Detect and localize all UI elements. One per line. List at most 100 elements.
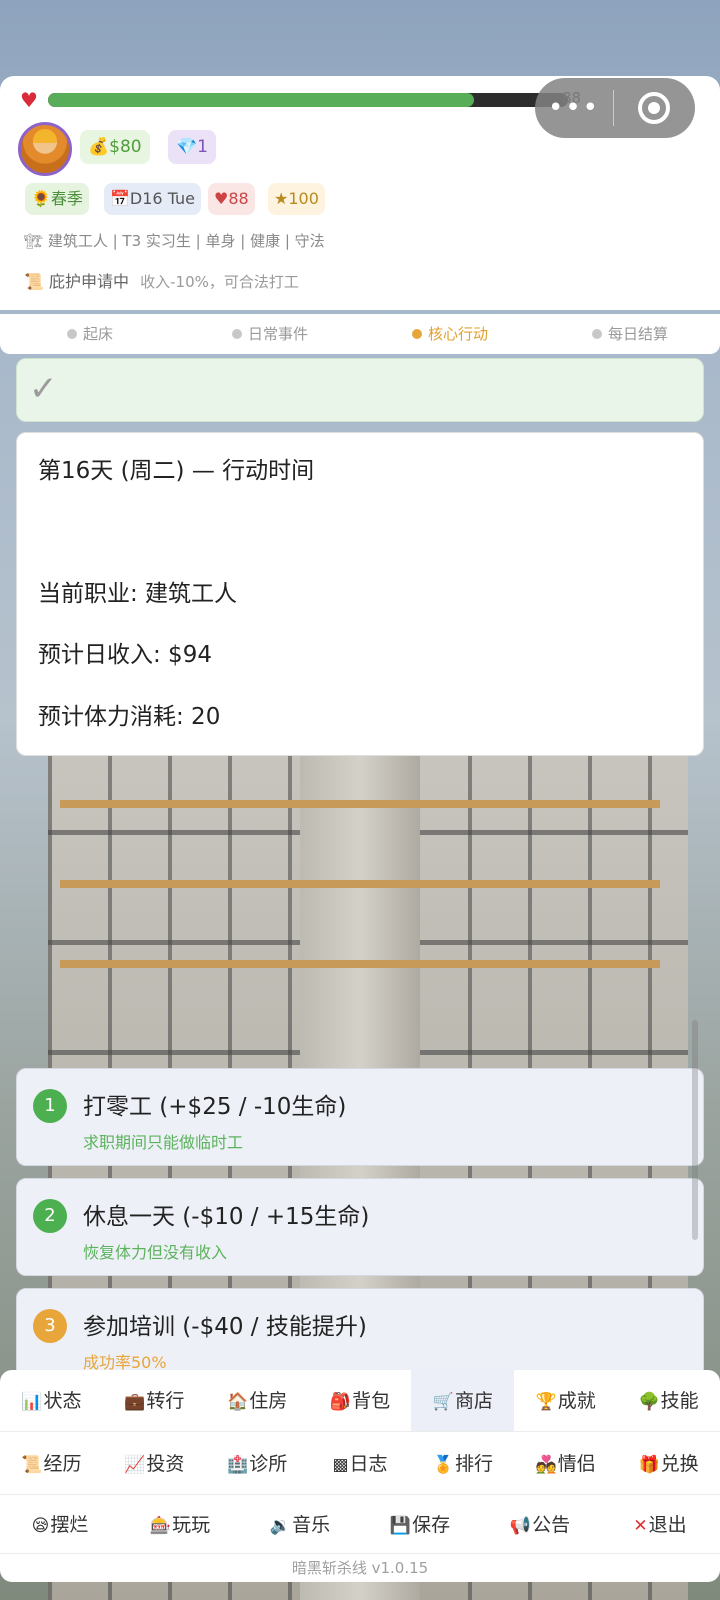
menu-log-button[interactable]: ▩日志 xyxy=(309,1433,412,1494)
heart-icon: ♥ xyxy=(20,88,38,112)
medal-icon: 🏅 xyxy=(432,1455,454,1475)
expected-stamina-cost: 预计体力消耗: 20 xyxy=(38,704,221,730)
menu-label: 状态 xyxy=(43,1390,82,1412)
option-number-badge: 1 xyxy=(33,1089,67,1123)
reputation-value: 100 xyxy=(288,189,319,208)
phase-core-action: 核心行动 xyxy=(360,314,540,354)
menu-label: 投资 xyxy=(146,1453,185,1475)
menu-label: 住房 xyxy=(249,1390,288,1412)
menu-label: 经历 xyxy=(43,1453,82,1475)
menu-skills-button[interactable]: 🌳技能 xyxy=(617,1370,720,1431)
profile-info-text: 建筑工人 | T3 实习生 | 单身 | 健康 | 守法 xyxy=(47,232,325,250)
option-odd-job[interactable]: 1 打零工 (+$25 / -10生命) 求职期间只能做临时工 xyxy=(16,1068,704,1166)
option-number-badge: 2 xyxy=(33,1199,67,1233)
close-miniprogram-button[interactable] xyxy=(614,92,694,124)
calendar-icon: 📅 xyxy=(110,189,130,208)
phase-label: 日常事件 xyxy=(247,325,308,343)
heart-icon: ♥ xyxy=(214,189,229,208)
money-bag-icon: 💰 xyxy=(88,137,110,157)
phase-daily-settlement: 每日结算 xyxy=(540,314,720,354)
menu-label: 技能 xyxy=(660,1390,699,1412)
day-tag: 📅D16 Tue xyxy=(104,183,202,215)
backpack-icon: 🎒 xyxy=(329,1392,352,1412)
plank xyxy=(60,960,660,968)
phase-daily-events: 日常事件 xyxy=(180,314,360,354)
gift-icon: 🎁 xyxy=(638,1455,660,1475)
menu-announcement-button[interactable]: 📢公告 xyxy=(480,1496,600,1553)
menu-label: 退出 xyxy=(648,1514,687,1536)
sleepy-icon: 😪 xyxy=(31,1516,50,1536)
version-label: 暗黑斩杀线 v1.0.15 xyxy=(291,1559,429,1577)
menu-change-job-button[interactable]: 💼转行 xyxy=(103,1370,206,1431)
trend-icon: 📈 xyxy=(124,1455,146,1475)
reputation-tag: ★100 xyxy=(268,183,325,215)
season-label: 春季 xyxy=(50,189,83,208)
menu-row-2: 📜经历 📈投资 🏥诊所 ▩日志 🏅排行 💑情侣 🎁兑换 xyxy=(0,1433,720,1495)
phase-dot xyxy=(591,329,602,339)
helmet-icon xyxy=(33,129,57,143)
money-value: $80 xyxy=(109,137,142,157)
menu-label: 保存 xyxy=(412,1514,451,1536)
menu-invest-button[interactable]: 📈投资 xyxy=(103,1433,206,1494)
menu-couple-button[interactable]: 💑情侣 xyxy=(514,1433,617,1494)
couple-icon: 💑 xyxy=(535,1455,557,1475)
hp-tag-value: 88 xyxy=(228,189,249,208)
avatar[interactable] xyxy=(18,122,72,176)
house-icon: 🏠 xyxy=(227,1392,249,1412)
option-title: 参加培训 (-$40 / 技能提升) xyxy=(83,1314,367,1340)
menu-housing-button[interactable]: 🏠住房 xyxy=(206,1370,309,1431)
menu-music-button[interactable]: 🔉音乐 xyxy=(240,1496,360,1553)
option-subtitle: 求职期间只能做临时工 xyxy=(83,1133,244,1152)
menu-label: 商店 xyxy=(454,1390,493,1412)
log-icon: ▩ xyxy=(332,1455,349,1475)
target-icon xyxy=(638,92,670,124)
slot-icon: 🎰 xyxy=(149,1516,172,1536)
menu-slack-off-button[interactable]: 😪摆烂 xyxy=(0,1496,120,1553)
action-info-card: 第16天 (周二) — 行动时间 当前职业: 建筑工人 预计日收入: $94 预… xyxy=(16,432,704,756)
current-job: 当前职业: 建筑工人 xyxy=(38,581,238,607)
menu-label: 公告 xyxy=(532,1514,571,1536)
menu-play-button[interactable]: 🎰玩玩 xyxy=(120,1496,240,1553)
menu-shop-button[interactable]: 🛒商店 xyxy=(411,1370,515,1431)
menu-exit-button[interactable]: ✕退出 xyxy=(600,1496,720,1553)
document-icon: 📜 xyxy=(24,272,44,291)
day-label: D16 Tue xyxy=(129,189,196,208)
menu-save-button[interactable]: 💾保存 xyxy=(360,1496,480,1553)
scroll-icon: 📜 xyxy=(21,1455,43,1475)
menu-backpack-button[interactable]: 🎒背包 xyxy=(309,1370,412,1431)
expected-income: 预计日收入: $94 xyxy=(38,642,212,668)
menu-achievements-button[interactable]: 🏆成就 xyxy=(514,1370,617,1431)
menu-label: 玩玩 xyxy=(172,1514,211,1536)
option-rest-day[interactable]: 2 休息一天 (-$10 / +15生命) 恢复体力但没有收入 xyxy=(16,1178,704,1276)
menu-ranking-button[interactable]: 🏅排行 xyxy=(411,1433,514,1494)
menu-label: 日志 xyxy=(349,1453,388,1475)
menu-label: 兑换 xyxy=(660,1453,699,1475)
phase-label: 每日结算 xyxy=(607,325,668,343)
star-icon: ★ xyxy=(274,189,289,208)
option-title: 休息一天 (-$10 / +15生命) xyxy=(83,1204,370,1230)
menu-clinic-button[interactable]: 🏥诊所 xyxy=(206,1433,309,1494)
money-chip: 💰$80 xyxy=(80,130,150,164)
phase-label: 起床 xyxy=(82,325,113,343)
menu-history-button[interactable]: 📜经历 xyxy=(0,1433,103,1494)
hp-bar-fill xyxy=(48,93,475,107)
menu-row-1: 📊状态 💼转行 🏠住房 🎒背包 🛒商店 🏆成就 🌳技能 xyxy=(0,1370,720,1432)
gem-chip: 💎1 xyxy=(168,130,216,164)
menu-label: 排行 xyxy=(454,1453,493,1475)
hp-tag: ♥88 xyxy=(208,183,255,215)
completed-banner: ✓ xyxy=(16,358,704,422)
menu-label: 音乐 xyxy=(292,1514,331,1536)
menu-redeem-button[interactable]: 🎁兑换 xyxy=(617,1433,720,1494)
asylum-title: 庇护申请中 xyxy=(49,272,130,291)
more-options-button[interactable]: ••• xyxy=(535,78,613,138)
menu-label: 情侣 xyxy=(557,1453,596,1475)
day-heading: 第16天 (周二) — 行动时间 xyxy=(38,458,315,484)
hp-bar xyxy=(48,93,568,107)
gem-value: 1 xyxy=(197,137,208,157)
menu-status-button[interactable]: 📊状态 xyxy=(0,1370,103,1431)
season-tag: 🌻春季 xyxy=(25,183,89,215)
options-scrollbar[interactable] xyxy=(692,1020,698,1240)
asylum-note: 收入-10%，可合法打工 xyxy=(140,273,299,291)
x-icon: ✕ xyxy=(633,1516,648,1536)
option-number-badge: 3 xyxy=(33,1309,67,1343)
